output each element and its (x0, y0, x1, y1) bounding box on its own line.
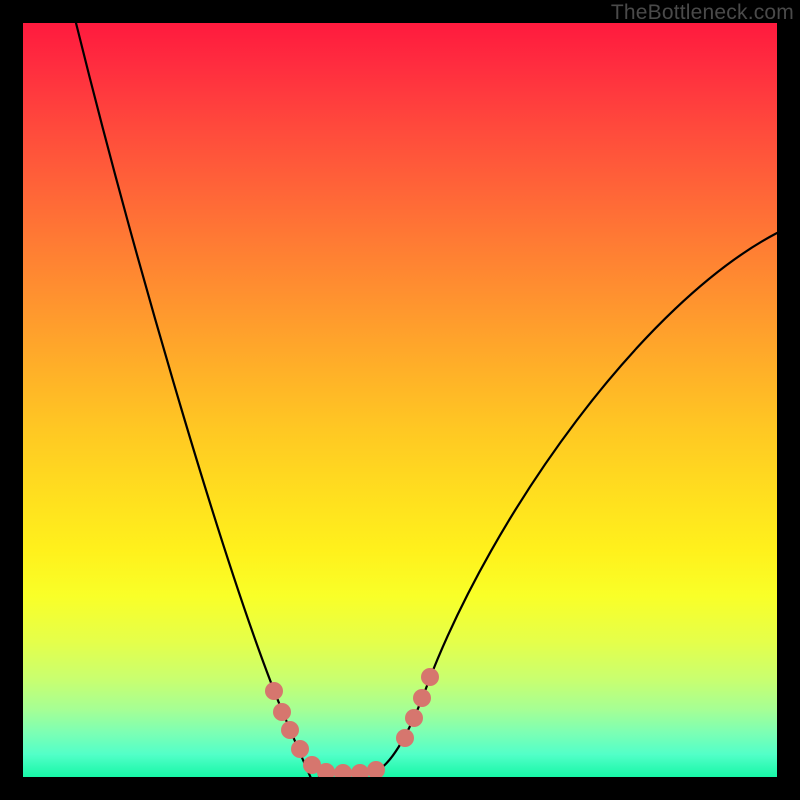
marker-group (265, 668, 439, 777)
curve-marker (334, 764, 352, 777)
curve-marker (396, 729, 414, 747)
curve-left-descent (76, 23, 323, 777)
curve-marker (367, 761, 385, 777)
curve-marker (281, 721, 299, 739)
curve-marker (265, 682, 283, 700)
curve-marker (351, 764, 369, 777)
curve-marker (421, 668, 439, 686)
curve-marker (273, 703, 291, 721)
curve-right-ascent (373, 233, 777, 772)
watermark-text: TheBottleneck.com (611, 1, 794, 25)
chart-area (23, 23, 777, 777)
curve-marker (413, 689, 431, 707)
bottleneck-curve-svg (23, 23, 777, 777)
curve-marker (291, 740, 309, 758)
curve-marker (405, 709, 423, 727)
